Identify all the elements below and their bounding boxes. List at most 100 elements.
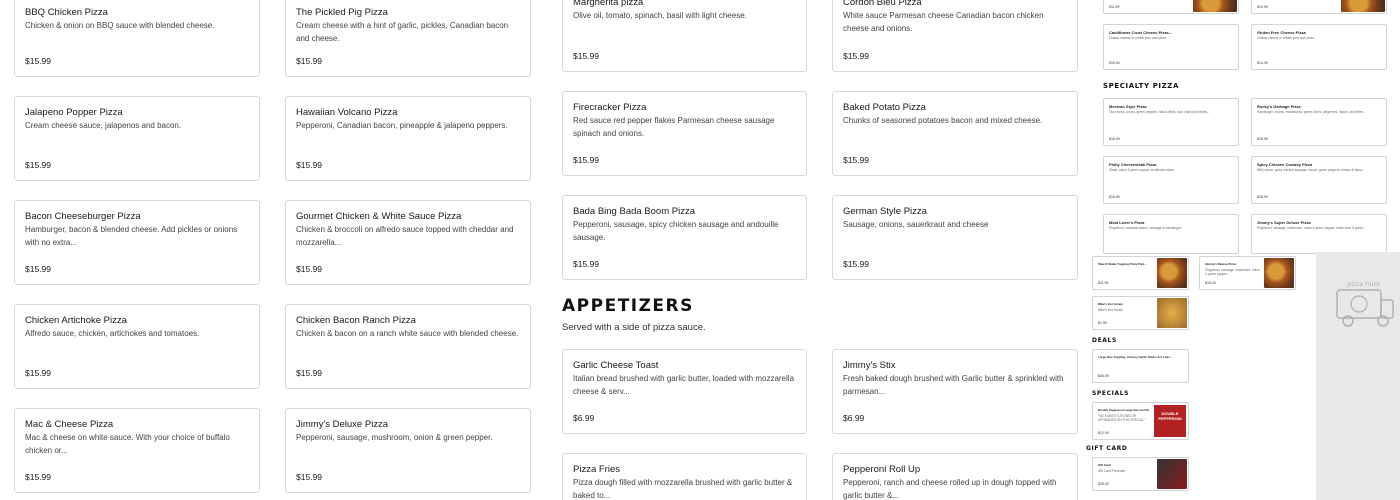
item-description: Pepperoni, ranch and cheese rolled up in… bbox=[843, 478, 1057, 500]
menu-item-card[interactable]: Chicken Artichoke Pizza Alfredo sauce, c… bbox=[14, 304, 260, 389]
menu-item-card[interactable]: Firecracker Pizza Red sauce red pepper f… bbox=[562, 91, 807, 176]
preview-desc: Gift Card Purchase bbox=[1098, 469, 1126, 473]
item-description: Chicken & onion on BBQ sauce with blende… bbox=[25, 21, 215, 30]
item-name: Bacon Cheeseburger Pizza bbox=[25, 211, 141, 222]
preview-desc: Pepperoni, sausage, mushroom, onion & gr… bbox=[1205, 268, 1260, 277]
item-description: Olive oil, tomato, spinach, basil with l… bbox=[573, 11, 747, 20]
preview-name: Jimmy's Deluxe Pizza bbox=[1205, 262, 1236, 266]
special-badge: DOUBLE PEPPERONI bbox=[1154, 405, 1186, 437]
preview-section-title: SPECIALS bbox=[1092, 390, 1130, 397]
preview-card[interactable]: Gift Card Gift Card Purchase $25.00 bbox=[1092, 457, 1189, 491]
appetizer-card[interactable]: Garlic Cheese Toast Italian bread brushe… bbox=[562, 349, 807, 434]
item-name: Pepperoni Roll Up bbox=[843, 464, 921, 475]
preview-name: Gluten Free Cheese Pizza bbox=[1257, 30, 1306, 35]
menu-item-card[interactable]: BBQ Chicken Pizza Chicken & onion on BBQ… bbox=[14, 0, 260, 77]
preview-name: Philly Cheesesteak Pizza bbox=[1109, 162, 1157, 167]
preview-desc: Pepperoni, sausage, mushroom, onion & gr… bbox=[1257, 226, 1366, 230]
item-description: Pepperoni, sausage, mushroom, onion & gr… bbox=[296, 433, 493, 442]
preview-card[interactable]: Cauliflower Crust Cheese Pizza... Classi… bbox=[1103, 24, 1239, 70]
menu-item-card[interactable]: Jimmy's Deluxe Pizza Pepperoni, sausage,… bbox=[285, 408, 531, 493]
item-name: Bada Bing Bada Boom Pizza bbox=[573, 206, 695, 217]
preview-desc: Pepperoni, canadian bacon, sausage & ham… bbox=[1109, 226, 1182, 230]
menu-item-card[interactable]: Jalapeno Popper Pizza Cream cheese sauce… bbox=[14, 96, 260, 181]
preview-card[interactable]: Mexican Style Pizza Taco meat, onions, g… bbox=[1103, 98, 1239, 146]
menu-item-card[interactable]: The Pickled Pig Pizza Cream cheese with … bbox=[285, 0, 531, 77]
item-name: Firecracker Pizza bbox=[573, 102, 647, 113]
preview-price: $10.99 bbox=[1257, 5, 1268, 9]
appetizers-section-header: APPETIZERS Served with a side of pizza s… bbox=[562, 296, 1078, 333]
menu-item-card[interactable]: Bacon Cheeseburger Pizza Hamburger, baco… bbox=[14, 200, 260, 285]
preview-desc: Classic cheese or create your own pizza. bbox=[1257, 36, 1315, 40]
item-price: $15.99 bbox=[843, 51, 869, 61]
appetizer-card[interactable]: Jimmy's Stix Fresh baked dough brushed w… bbox=[832, 349, 1078, 434]
brand-text: pizza truck bbox=[1348, 281, 1381, 288]
item-name: Baked Potato Pizza bbox=[843, 102, 926, 113]
item-price: $15.99 bbox=[296, 472, 322, 482]
item-description: Red sauce red pepper flakes Parmesan che… bbox=[573, 116, 775, 138]
preview-card[interactable]: Spicy Chicken Cowboy Pizza BBQ sauce, sp… bbox=[1251, 156, 1387, 204]
item-description: Chicken & broccoli on alfredo sauce topp… bbox=[296, 225, 514, 247]
preview-card[interactable]: $10.99 bbox=[1251, 0, 1387, 14]
preview-price: $14.49 bbox=[1257, 61, 1268, 65]
preview-desc: Classic cheese or create your own pizza. bbox=[1109, 36, 1167, 40]
preview-name: Take N' Bake Topping Pizza Pick... bbox=[1098, 262, 1147, 266]
preview-card[interactable]: Double Pepperoni Large this month "NO SU… bbox=[1092, 402, 1189, 440]
preview-card[interactable]: Take N' Bake Topping Pizza Pick... $11.9… bbox=[1092, 256, 1189, 290]
preview-card[interactable]: Rocky's Garbage Pizza Hamburger, onions,… bbox=[1251, 98, 1387, 146]
item-price: $15.99 bbox=[843, 259, 869, 269]
preview-desc: "NO SUBSTITUTIONS OR UPGRADES ON THIS SP… bbox=[1098, 414, 1146, 423]
item-price: $15.99 bbox=[573, 51, 599, 61]
menu-item-card[interactable]: Hawaiian Volcano Pizza Pepperoni, Canadi… bbox=[285, 96, 531, 181]
preview-card[interactable]: Philly Cheesesteak Pizza Steak, onion & … bbox=[1103, 156, 1239, 204]
item-name: Cordon Bleu Pizza bbox=[843, 0, 922, 8]
item-price: $15.99 bbox=[25, 160, 51, 170]
item-price: $15.99 bbox=[843, 155, 869, 165]
preview-card[interactable]: Gluten Free Cheese Pizza Classic cheese … bbox=[1251, 24, 1387, 70]
preview-card[interactable]: $11.99 bbox=[1103, 0, 1239, 14]
preview-card[interactable]: Large One Topping, Cheesy Garlic Sticks … bbox=[1092, 349, 1189, 383]
item-description: White sauce Parmesan cheese Canadian bac… bbox=[843, 11, 1044, 33]
pizza-image bbox=[1341, 0, 1385, 12]
preview-card[interactable]: Jimmy's Super Deluxe Pizza Pepperoni, sa… bbox=[1251, 214, 1387, 254]
menu-item-card[interactable]: Chicken Bacon Ranch Pizza Chicken & baco… bbox=[285, 304, 531, 389]
preview-card[interactable]: Meat Lover's Pizza Pepperoni, canadian b… bbox=[1103, 214, 1239, 254]
menu-item-card[interactable]: Margherita pizza Olive oil, tomato, spin… bbox=[562, 0, 807, 72]
preview-section-title: SPECIALTY PIZZA bbox=[1103, 82, 1179, 90]
item-description: Cream cheese with a hint of garlic, pick… bbox=[296, 21, 509, 43]
item-description: Alfredo sauce, chicken, artichokes and t… bbox=[25, 329, 200, 338]
menu-item-card[interactable]: Mac & Cheese Pizza Mac & cheese on white… bbox=[14, 408, 260, 493]
pizza-truck-logo: pizza truck bbox=[1336, 281, 1394, 327]
pizza-image bbox=[1193, 0, 1237, 12]
preview-price: $26.99 bbox=[1098, 374, 1109, 378]
menu-item-card[interactable]: Gourmet Chicken & White Sauce Pizza Chic… bbox=[285, 200, 531, 285]
menu-item-card[interactable]: Baked Potato Pizza Chunks of seasoned po… bbox=[832, 91, 1078, 176]
menu-item-card[interactable]: Cordon Bleu Pizza White sauce Parmesan c… bbox=[832, 0, 1078, 72]
item-name: Jimmy's Stix bbox=[843, 360, 896, 371]
preview-desc: BBQ sauce, spicy chicken sausage, bacon,… bbox=[1257, 168, 1365, 172]
preview-card[interactable]: Jimmy's Deluxe Pizza Pepperoni, sausage,… bbox=[1199, 256, 1296, 290]
item-price: $15.99 bbox=[296, 160, 322, 170]
preview-price: $11.99 bbox=[1098, 281, 1109, 285]
item-description: Fresh baked dough brushed with Garlic bu… bbox=[843, 374, 1064, 396]
menu-preview-panel: $11.99 $10.99 Cauliflower Crust Cheese P… bbox=[1078, 0, 1400, 500]
preview-name: Large One Topping, Cheesy Garlic Sticks … bbox=[1098, 355, 1172, 359]
item-price: $15.99 bbox=[573, 259, 599, 269]
menu-item-card[interactable]: Bada Bing Bada Boom Pizza Pepperoni, sau… bbox=[562, 195, 807, 280]
item-name: Chicken Artichoke Pizza bbox=[25, 315, 127, 326]
preview-name: Cauliflower Crust Cheese Pizza... bbox=[1109, 30, 1172, 35]
item-name: The Pickled Pig Pizza bbox=[296, 7, 388, 18]
menu-item-card[interactable]: German Style Pizza Sausage, onions, saue… bbox=[832, 195, 1078, 280]
preview-name: Mexican Style Pizza bbox=[1109, 104, 1147, 109]
item-description: Chicken & bacon on a ranch white sauce w… bbox=[296, 329, 519, 338]
preview-card[interactable]: Mike's Hot Honey Mike's Hot Honey $1.99 bbox=[1092, 296, 1189, 330]
item-name: BBQ Chicken Pizza bbox=[25, 7, 108, 18]
item-description: Pepperoni, Canadian bacon, pineapple & j… bbox=[296, 121, 508, 130]
preview-desc: Mike's Hot Honey bbox=[1098, 308, 1123, 312]
item-price: $6.99 bbox=[573, 413, 595, 423]
appetizer-card[interactable]: Pizza Fries Pizza dough filled with mozz… bbox=[562, 453, 807, 500]
preview-price: $15.49 bbox=[1205, 281, 1216, 285]
honey-image bbox=[1157, 298, 1187, 328]
preview-name: Mike's Hot Honey bbox=[1098, 302, 1123, 306]
appetizer-card[interactable]: Pepperoni Roll Up Pepperoni, ranch and c… bbox=[832, 453, 1078, 500]
preview-price: $12.99 bbox=[1098, 431, 1109, 435]
